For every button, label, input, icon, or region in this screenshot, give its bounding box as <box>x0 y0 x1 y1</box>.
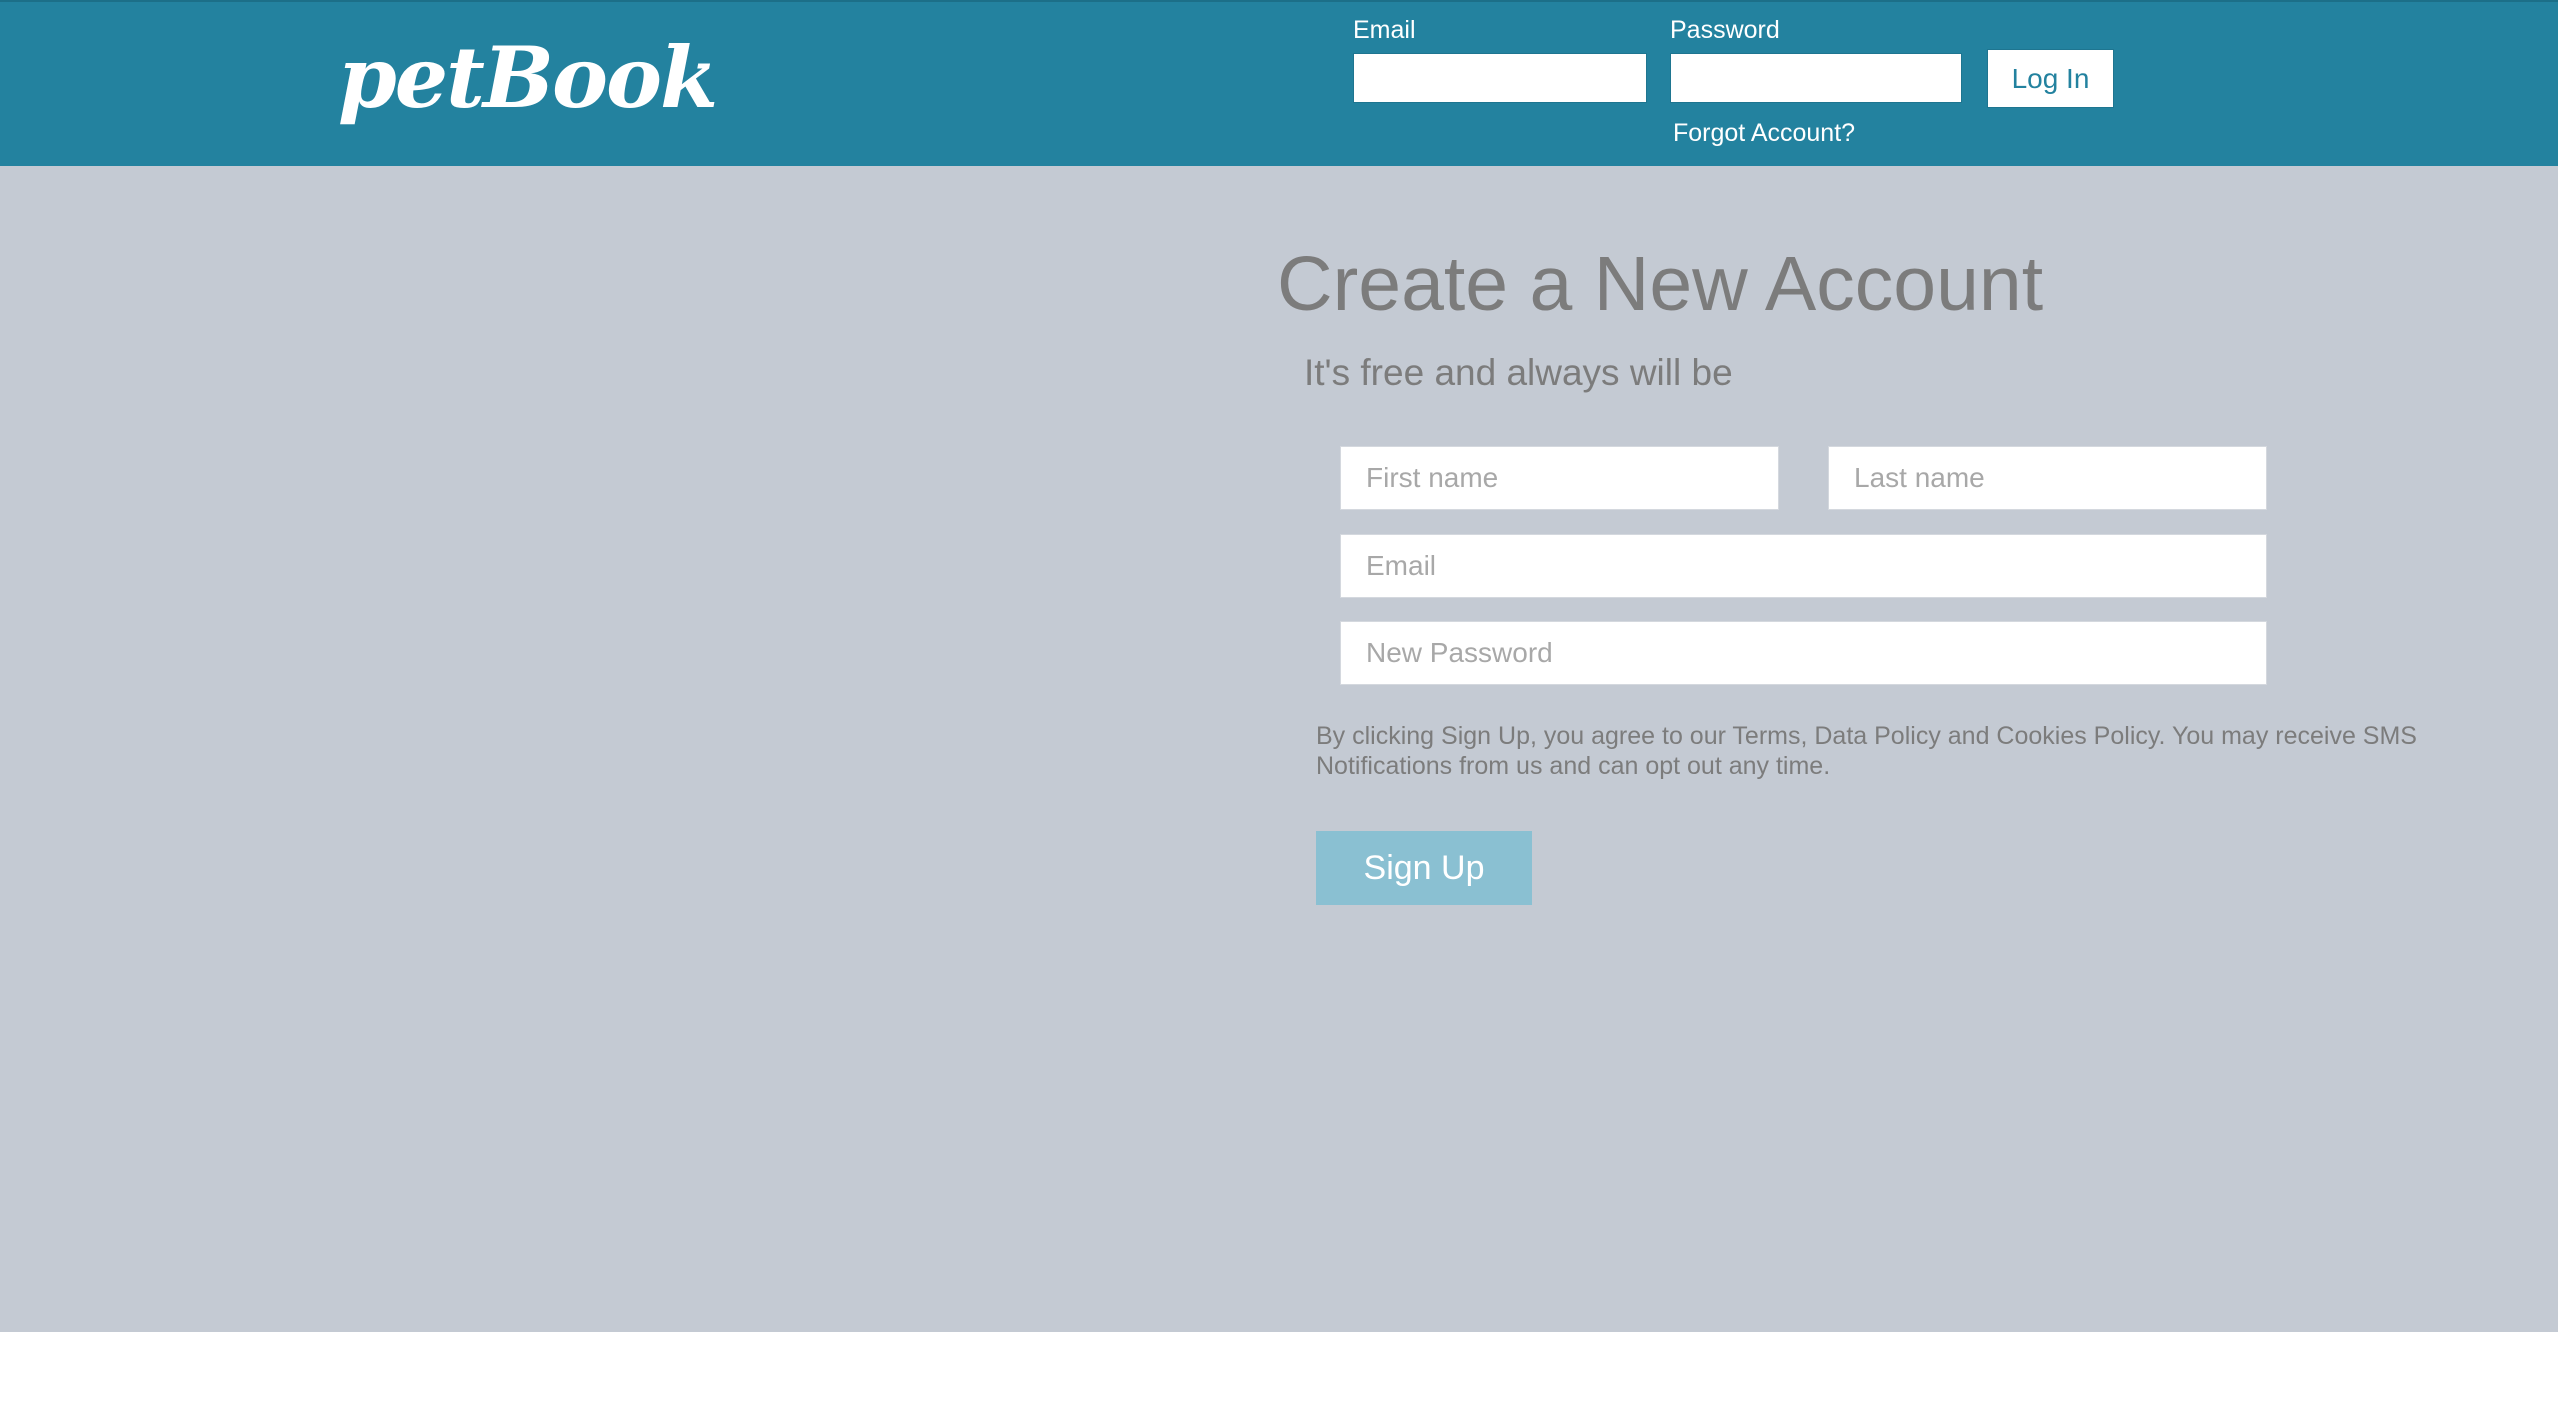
petbook-logo[interactable]: petBook <box>338 36 718 120</box>
page: petBook Email Password Log In Forgot Acc… <box>0 0 2558 1404</box>
signup-email-input[interactable] <box>1340 534 2267 598</box>
signup-section: Create a New Account It's free and alway… <box>0 166 2558 1332</box>
new-password-input[interactable] <box>1340 621 2267 685</box>
login-email-input[interactable] <box>1353 53 1647 103</box>
login-password-label: Password <box>1670 16 1780 44</box>
forgot-account-link[interactable]: Forgot Account? <box>1673 121 1855 146</box>
login-email-label: Email <box>1353 16 1416 44</box>
sign-up-button[interactable]: Sign Up <box>1316 831 1532 905</box>
terms-notice: By clicking Sign Up, you agree to our Te… <box>1316 722 2417 780</box>
top-navbar: petBook Email Password Log In Forgot Acc… <box>0 0 2558 166</box>
login-password-input[interactable] <box>1670 53 1962 103</box>
signup-title: Create a New Account <box>1277 241 2044 327</box>
first-name-input[interactable] <box>1340 446 1779 510</box>
last-name-input[interactable] <box>1828 446 2267 510</box>
signup-subtitle: It's free and always will be <box>1304 352 1733 393</box>
login-button[interactable]: Log In <box>1987 49 2114 108</box>
